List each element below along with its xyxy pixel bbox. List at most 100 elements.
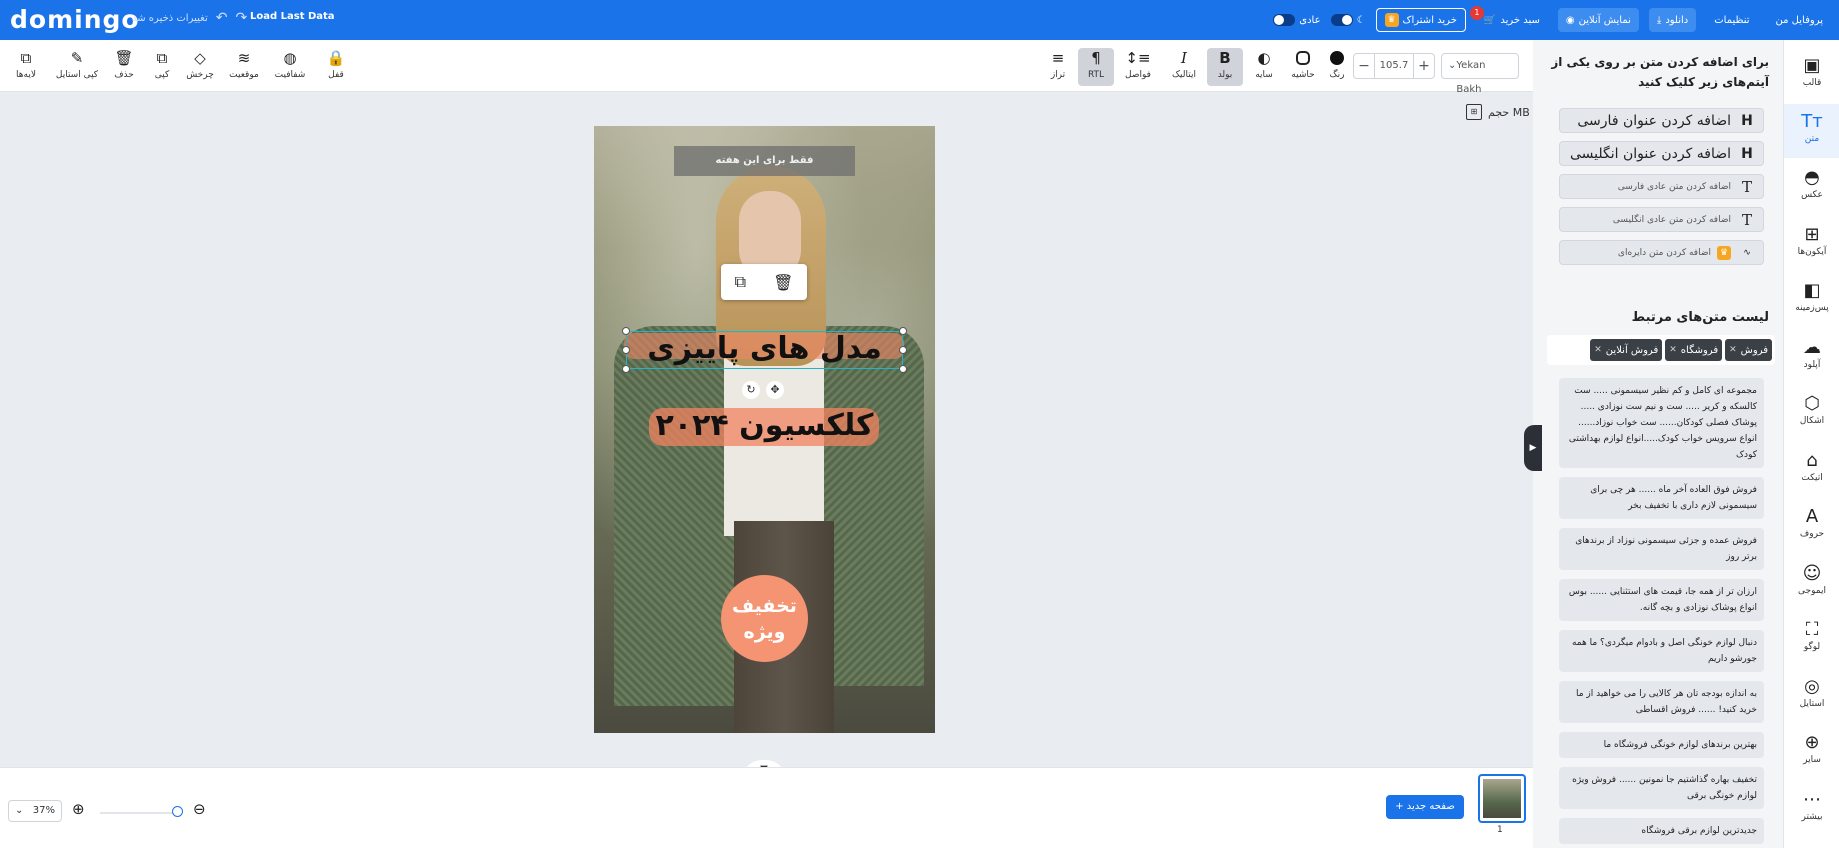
position-tool[interactable]: ≋ موقعیت — [226, 48, 262, 86]
related-text-item[interactable]: جدیدترین لوازم برقی فروشگاه — [1559, 818, 1764, 844]
sidebar-item-letters[interactable]: A حروف — [1784, 499, 1839, 553]
theme-toggle[interactable] — [1330, 14, 1353, 26]
sidebar-item-upload[interactable]: ☁ آپلود — [1784, 330, 1839, 384]
sidebar-item-shapes[interactable]: ⬡ اشکال — [1784, 386, 1839, 440]
subscribe-button[interactable]: ♛ خرید اشتراک — [1375, 8, 1466, 32]
download-button[interactable]: ⤓ دانلود — [1648, 8, 1697, 32]
tag-filter[interactable]: ✕ فروش آنلاین ✕ فروشگاه ✕ فروش — [1547, 335, 1775, 365]
resize-handle[interactable] — [899, 327, 907, 335]
collapse-panel-button[interactable]: ▶ — [1524, 425, 1542, 471]
spacing-tool[interactable]: ↕≡ فواصل — [1120, 48, 1156, 86]
add-english-text-button[interactable]: اضافه کردن متن عادی انگلیسی T — [1559, 207, 1764, 232]
close-icon[interactable]: ✕ — [1729, 345, 1737, 355]
mode-toggle[interactable] — [1273, 14, 1296, 26]
sidebar-item-more[interactable]: ⋯ بیشتر — [1784, 782, 1839, 836]
sidebar-item-emoji[interactable]: ☺ ایموجی — [1784, 556, 1839, 610]
related-text-item[interactable]: دنبال لوازم خونگی اصل و بادوام میگردی؟ م… — [1559, 630, 1764, 672]
font-family-select[interactable]: ⌄ Yekan Bakh — [1441, 53, 1519, 95]
tag-chip[interactable]: ✕ فروشگاه — [1665, 339, 1723, 361]
lock-tool[interactable]: 🔒 قفل — [318, 48, 354, 86]
add-circular-text-button[interactable]: اضافه کردن متن دایره‌ای ♛ ∿ — [1559, 240, 1764, 265]
subscribe-label: خرید اشتراک — [1402, 14, 1457, 26]
stroke-tool[interactable]: حاشیه — [1285, 48, 1321, 86]
resize-handle[interactable] — [899, 365, 907, 373]
plus-icon[interactable]: + — [1414, 58, 1434, 74]
sidebar-label: بیشتر — [1801, 812, 1823, 822]
zoom-slider-knob[interactable] — [172, 806, 183, 817]
related-text-item[interactable]: فروش فوق العاده آخر ماه ...... هر چی برا… — [1559, 477, 1764, 519]
sidebar-item-templates[interactable]: ▣ قالب — [1784, 48, 1839, 102]
delete-tool[interactable]: 🗑 حذف — [106, 48, 142, 86]
new-page-button[interactable]: + صفحه جدید — [1386, 795, 1464, 819]
sidebar-item-other[interactable]: ⊕ سایر — [1784, 725, 1839, 779]
heading-icon: H — [1741, 112, 1753, 129]
bold-tool[interactable]: B بولد — [1207, 48, 1243, 86]
profile-link[interactable]: پروفایل من — [1768, 8, 1831, 32]
tag-chip[interactable]: ✕ فروش آنلاین — [1590, 339, 1663, 361]
text-toolbar: ⧉ لایه‌ها ✎ کپی استایل 🗑 حذف ⧉ کپی ◇ چرخش ≋ مو… — [0, 40, 1533, 95]
sidebar-item-text[interactable]: Tт متن — [1784, 104, 1839, 158]
design-canvas[interactable]: فقط برای این هفته ⧉ 🗑 مدل های پاییزی ↻ ✥… — [594, 126, 935, 733]
move-handle-icon[interactable]: ✥ — [766, 381, 784, 399]
redo-icon[interactable]: ↷ — [235, 10, 247, 26]
zoom-slider[interactable] — [100, 812, 178, 814]
settings-link[interactable]: تنظیمات — [1706, 8, 1757, 32]
qr-icon[interactable]: ⊞ — [1466, 104, 1482, 120]
duplicate-icon[interactable]: ⧉ — [735, 272, 746, 292]
copy-style-tool[interactable]: ✎ کپی استایل — [54, 48, 100, 86]
discount-circle[interactable]: تخفیف ویژه — [721, 575, 808, 662]
sidebar-item-icons[interactable]: ⊞ آیکون‌ها — [1784, 217, 1839, 271]
trash-icon[interactable]: 🗑 — [773, 273, 793, 292]
rotate-handle-icon[interactable]: ↻ — [742, 381, 760, 399]
resize-handle[interactable] — [622, 365, 630, 373]
selection-box[interactable] — [622, 327, 907, 373]
resize-handle[interactable] — [622, 346, 630, 354]
related-text-item[interactable]: تخفیف بهاره گذاشتیم جا نمونین ...... فرو… — [1559, 767, 1764, 809]
tag-chip[interactable]: ✕ فروش — [1725, 339, 1772, 361]
zoom-in-icon[interactable]: ⊕ — [72, 800, 85, 818]
related-text-item[interactable]: مجموعه ای کامل و کم نظیر سیسمونی ..... س… — [1559, 378, 1764, 468]
layers-tool[interactable]: ⧉ لایه‌ها — [8, 48, 44, 86]
font-size-value[interactable]: 105.7 — [1374, 54, 1414, 78]
related-text-item[interactable]: به اندازه بودجه تان هر کالایی را می خواه… — [1559, 681, 1764, 723]
opacity-tool[interactable]: ◍ شفافیت — [272, 48, 308, 86]
copy-tool[interactable]: ⧉ کپی — [144, 48, 180, 86]
page-thumbnail[interactable] — [1478, 774, 1526, 823]
font-size-stepper[interactable]: − 105.7 + — [1353, 53, 1435, 79]
sidebar-item-photo[interactable]: ◓ عکس — [1784, 160, 1839, 214]
sidebar-item-background[interactable]: ◧ پس‌زمینه — [1784, 273, 1839, 327]
paragraph-icon: ¶ — [1091, 49, 1101, 67]
color-tool[interactable]: رنگ — [1319, 48, 1355, 86]
sidebar-item-labels[interactable]: ⌂ اتیکت — [1784, 443, 1839, 497]
copy-style-label: کپی استایل — [55, 70, 99, 80]
zoom-select[interactable]: ⌄ 37% — [8, 800, 62, 822]
spacing-label: فواصل — [1125, 70, 1151, 80]
cart-button[interactable]: 1 🛒 سبد خرید — [1469, 6, 1548, 32]
add-persian-title-button[interactable]: اضافه کردن عنوان فارسی H — [1559, 108, 1764, 133]
app-logo[interactable]: domingo — [10, 5, 140, 34]
close-icon[interactable]: ✕ — [1669, 345, 1677, 355]
close-icon[interactable]: ✕ — [1594, 345, 1602, 355]
rtl-tool[interactable]: ¶ RTL — [1078, 48, 1114, 86]
preview-button[interactable]: ◉ نمایش آنلاین — [1557, 8, 1639, 32]
week-badge-text[interactable]: فقط برای این هفته — [674, 146, 855, 176]
load-last-data-link[interactable]: Load Last Data — [250, 11, 335, 22]
lock-icon: 🔒 — [326, 49, 346, 67]
related-text-item[interactable]: بهترین برندهای لوازم خونگی فروشگاه ما — [1559, 732, 1764, 758]
related-text-item[interactable]: ارزان تر از همه جا، قیمت های استثنایی ..… — [1559, 579, 1764, 621]
zoom-out-icon[interactable]: ⊖ — [193, 800, 206, 818]
minus-icon[interactable]: − — [1354, 58, 1374, 74]
resize-handle[interactable] — [622, 327, 630, 335]
sidebar-item-style[interactable]: ◎ استایل — [1784, 669, 1839, 723]
rotate-tool[interactable]: ◇ چرخش — [182, 48, 218, 86]
sidebar-item-logo[interactable]: ⛶ لوگو — [1784, 612, 1839, 666]
subtitle-text[interactable]: کلکسیون ۲۰۲۴ — [634, 404, 895, 448]
italic-tool[interactable]: I ایتالیک — [1166, 48, 1202, 86]
related-text-item[interactable]: فروش عمده و جزئی سیسمونی نوزاد از برندها… — [1559, 528, 1764, 570]
add-persian-text-button[interactable]: اضافه کردن متن عادی فارسی T — [1559, 174, 1764, 199]
align-tool[interactable]: ≡ تراز — [1040, 48, 1076, 86]
resize-handle[interactable] — [899, 346, 907, 354]
add-english-title-button[interactable]: اضافه کردن عنوان انگلیسی H — [1559, 141, 1764, 166]
shadow-tool[interactable]: ◐ سایه — [1246, 48, 1282, 86]
undo-icon[interactable]: ↶ — [216, 10, 228, 26]
